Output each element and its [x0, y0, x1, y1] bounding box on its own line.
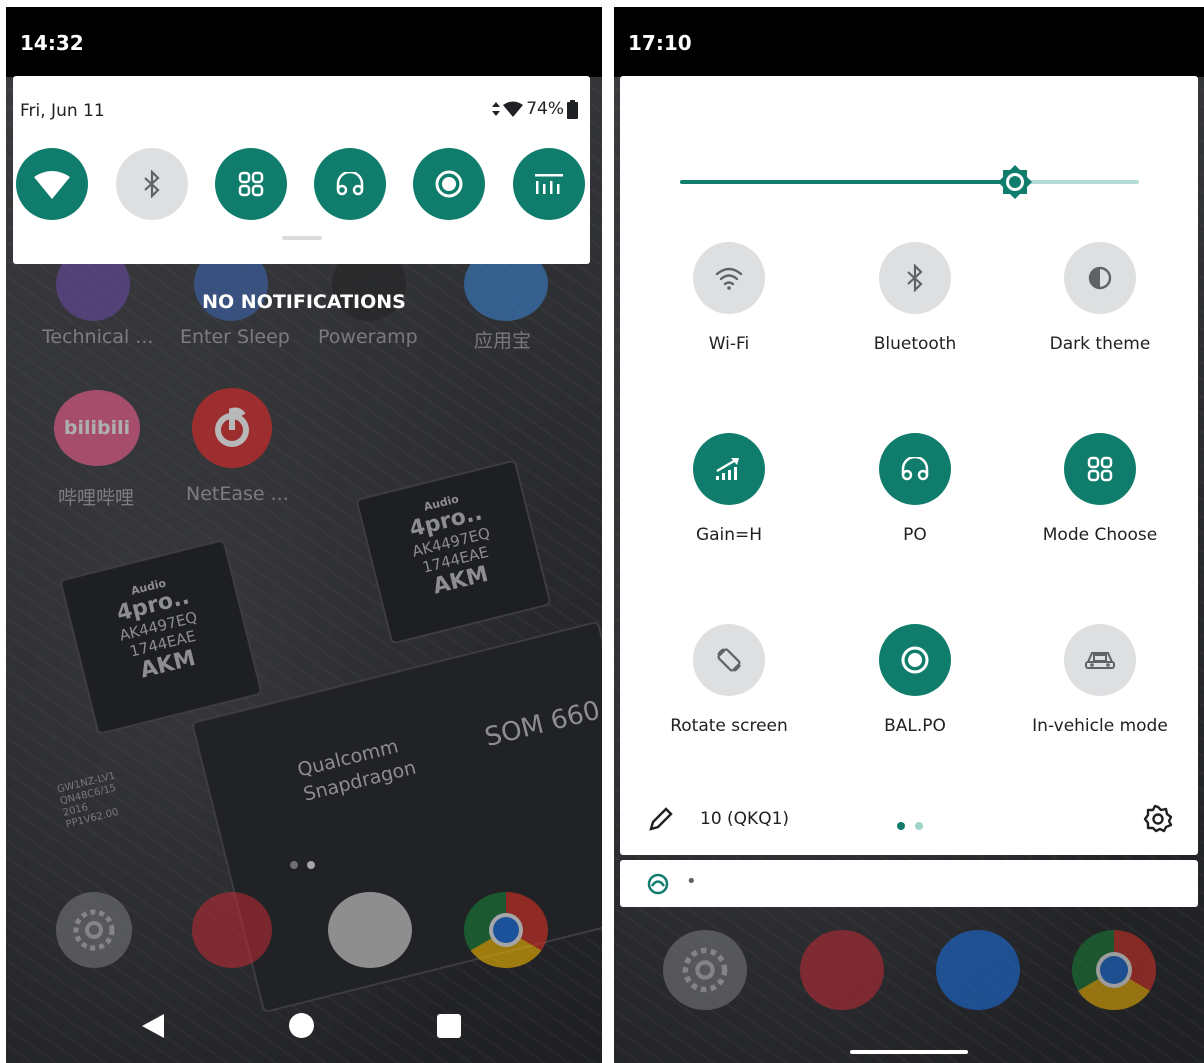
back-button[interactable]: [140, 1013, 166, 1039]
files-dock-icon[interactable]: [936, 930, 1020, 1010]
dark-theme-icon: [1087, 265, 1113, 291]
qs-tile-label: In-vehicle mode: [1032, 716, 1168, 736]
page-indicator: [897, 815, 924, 834]
mode-choose-icon: [1087, 456, 1113, 482]
data-activity-icon: [492, 102, 501, 116]
app-label-netease[interactable]: NetEase ...: [186, 483, 289, 505]
akm-chip: Audio 4pro.. AK4497EQ 1744EAE AKM: [355, 459, 552, 645]
status-bar: 14:32: [6, 7, 602, 77]
bilibili-logo-text: bilibili: [63, 417, 131, 439]
qs-tile-label: PO: [903, 525, 927, 545]
status-bar: 17:10: [614, 7, 1204, 77]
balanced-output-icon: [900, 645, 930, 675]
gain-icon: [714, 456, 744, 482]
brightness-thumb-icon[interactable]: [997, 164, 1033, 200]
brightness-slider[interactable]: [680, 165, 1139, 199]
notification-strip[interactable]: •: [620, 860, 1198, 907]
qs-tile-mode-choose[interactable]: [1064, 433, 1136, 505]
navigation-bar: [6, 1003, 602, 1063]
qs-tile-label: BAL.PO: [884, 716, 946, 736]
qs-tile-headphones[interactable]: [879, 433, 951, 505]
netease-app-icon[interactable]: [192, 388, 272, 468]
edit-pencil-icon[interactable]: [648, 806, 674, 832]
headphones-icon: [899, 457, 931, 481]
qs-tile-label: Bluetooth: [873, 334, 957, 354]
battery-percent: 74%: [526, 99, 564, 119]
qs-tile-label: Dark theme: [1049, 334, 1151, 354]
page-dot: [915, 822, 924, 830]
bluetooth-icon: [144, 170, 160, 198]
mode-choose-icon: [238, 171, 264, 197]
music-dock-icon[interactable]: [800, 930, 884, 1010]
qs-tile-label: Wi-Fi: [708, 334, 750, 354]
qs-tile-label: Gain=H: [695, 525, 763, 545]
balanced-output-icon: [435, 170, 463, 198]
status-time: 14:32: [20, 31, 84, 55]
qs-tile-dark-theme[interactable]: [1064, 242, 1136, 314]
chrome-dock-icon[interactable]: [464, 892, 548, 968]
car-icon: [1084, 648, 1116, 672]
date-text: Fri, Jun 11: [20, 101, 105, 121]
qs-tile-mode-choose[interactable]: [215, 148, 287, 220]
build-number: 10 (QKQ1): [700, 809, 790, 829]
app-label-enter-sleep[interactable]: Enter Sleep: [180, 326, 290, 348]
qs-tile-wifi[interactable]: [693, 242, 765, 314]
qs-tile-bluetooth[interactable]: [879, 242, 951, 314]
app-label-technical[interactable]: Technical ...: [42, 326, 153, 348]
headphones-icon: [336, 172, 364, 196]
gesture-handle[interactable]: [850, 1050, 968, 1054]
settings-dock-icon[interactable]: [663, 930, 747, 1010]
status-icons: 74%: [492, 99, 578, 119]
wifi-icon: [715, 266, 743, 290]
app-label-bilibili[interactable]: 哔哩哔哩: [58, 483, 134, 510]
settings-dock-icon[interactable]: [56, 892, 132, 968]
right-phone-screen: 17:10 Wi-Fi Bluetooth Dark theme Gain=H PO Mo…: [614, 7, 1204, 1063]
settings-gear-icon[interactable]: [1143, 804, 1173, 834]
expand-handle[interactable]: [282, 236, 322, 240]
music-dock-icon[interactable]: [192, 892, 272, 968]
qs-tile-label: Rotate screen: [670, 716, 788, 736]
chrome-dock-icon[interactable]: [1072, 930, 1156, 1010]
files-dock-icon[interactable]: [328, 892, 412, 968]
rotate-icon: [714, 645, 744, 675]
qs-tile-label: Mode Choose: [1042, 525, 1158, 545]
status-time: 17:10: [628, 31, 692, 55]
qs-tile-equalizer[interactable]: [513, 148, 585, 220]
qs-tile-bluetooth[interactable]: [116, 148, 188, 220]
quick-settings-expanded-panel: Wi-Fi Bluetooth Dark theme Gain=H PO Mode Cho…: [620, 76, 1198, 855]
qs-tile-gain[interactable]: [693, 433, 765, 505]
recents-button[interactable]: [437, 1014, 461, 1038]
qs-tile-wifi[interactable]: 4: [16, 148, 88, 220]
app-label-poweramp[interactable]: Poweramp: [318, 326, 418, 348]
bilibili-app-icon[interactable]: bilibili: [54, 390, 140, 466]
qs-tile-headphones[interactable]: [314, 148, 386, 220]
qs-tile-car[interactable]: [1064, 624, 1136, 696]
small-chip-text: GW1NZ-LV1 QN48C6/15 2016 PP1V62.00: [56, 770, 120, 831]
quick-settings-panel: Fri, Jun 11 74% 4: [13, 76, 590, 264]
left-phone-screen: 14:32 Audio 4pro.. AK4497EQ 1744EAE AKM …: [6, 7, 602, 1063]
page-indicator: [290, 854, 316, 873]
bluetooth-icon: [906, 264, 924, 292]
wifi-generation-badge: 4: [59, 188, 68, 202]
no-notifications-text: NO NOTIFICATIONS: [202, 291, 406, 313]
qs-tile-balanced-output[interactable]: [413, 148, 485, 220]
equalizer-icon: [535, 174, 563, 194]
qs-tile-balanced-output[interactable]: [879, 624, 951, 696]
home-button[interactable]: [289, 1013, 314, 1038]
page-dot-active: [897, 822, 905, 830]
wifi-signal-icon: [503, 101, 524, 117]
notification-dot: •: [686, 871, 697, 892]
akm-chip: Audio 4pro.. AK4497EQ 1744EAE AKM: [59, 538, 263, 736]
app-label-yingyongbao[interactable]: 应用宝: [474, 326, 531, 353]
som-text: SOM 660: [481, 695, 602, 754]
qs-tile-rotate[interactable]: [693, 624, 765, 696]
brightness-fill: [680, 180, 1016, 184]
battery-icon: [567, 99, 578, 119]
app-notification-icon: [647, 873, 669, 895]
